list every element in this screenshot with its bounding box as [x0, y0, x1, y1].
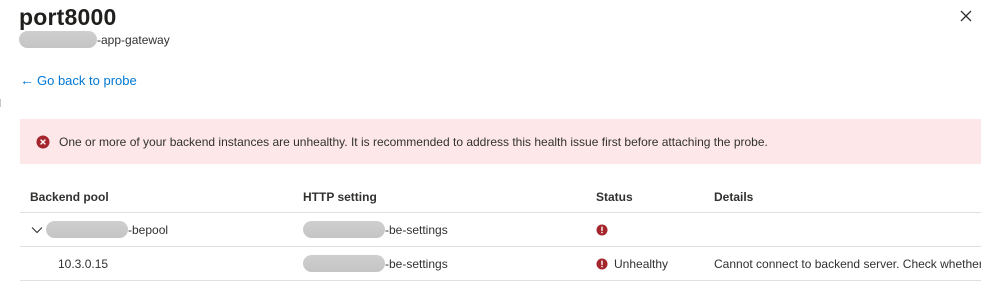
panel-title: port8000	[19, 4, 117, 30]
header-http-setting: HTTP setting	[303, 190, 377, 204]
status-cell	[596, 213, 614, 246]
chevron-down-icon[interactable]	[30, 223, 44, 237]
redacted-text	[303, 221, 385, 238]
backend-server-cell: 10.3.0.15	[58, 256, 109, 271]
status-text: Unhealthy	[614, 256, 669, 271]
backend-pool-suffix: -bepool	[128, 222, 169, 237]
header-details: Details	[714, 190, 754, 204]
details-cell: Cannot connect to backend server. Check …	[714, 256, 981, 271]
panel-subtitle: -app-gateway	[19, 31, 170, 48]
arrow-left-icon: ←	[20, 72, 34, 88]
table-row[interactable]: -bepool -be-settings	[20, 213, 981, 247]
details-cell	[714, 213, 981, 246]
http-setting-suffix: -be-settings	[385, 256, 448, 271]
http-setting-cell: -be-settings	[303, 213, 448, 246]
redacted-text	[303, 255, 385, 272]
back-link-label: Go back to probe	[37, 72, 137, 88]
backend-pool-cell: -bepool	[30, 213, 168, 246]
divider	[0, 99, 1, 107]
header-status: Status	[596, 190, 633, 204]
http-setting-suffix: -be-settings	[385, 222, 448, 237]
error-status-icon	[596, 258, 608, 270]
close-button[interactable]	[957, 7, 975, 25]
backend-health-panel: port8000 -app-gateway ← Go back to probe…	[0, 0, 999, 301]
error-icon	[36, 135, 50, 149]
error-banner: One or more of your backend instances ar…	[20, 119, 981, 164]
table-header: Backend pool HTTP setting Status Details	[20, 180, 981, 213]
redacted-text	[19, 31, 97, 48]
redacted-text	[46, 221, 128, 238]
backend-health-table: Backend pool HTTP setting Status Details…	[20, 180, 981, 281]
table-row[interactable]: 10.3.0.15 -be-settings Unhealthy Cannot …	[20, 247, 981, 281]
http-setting-cell: -be-settings	[303, 247, 448, 280]
error-status-icon	[596, 224, 608, 236]
subtitle-suffix: -app-gateway	[97, 32, 170, 47]
close-icon	[960, 10, 972, 22]
header-backend-pool: Backend pool	[30, 190, 109, 204]
error-message: One or more of your backend instances ar…	[59, 134, 768, 149]
status-cell: Unhealthy	[596, 247, 668, 280]
go-back-to-probe-link[interactable]: ← Go back to probe	[20, 72, 137, 88]
